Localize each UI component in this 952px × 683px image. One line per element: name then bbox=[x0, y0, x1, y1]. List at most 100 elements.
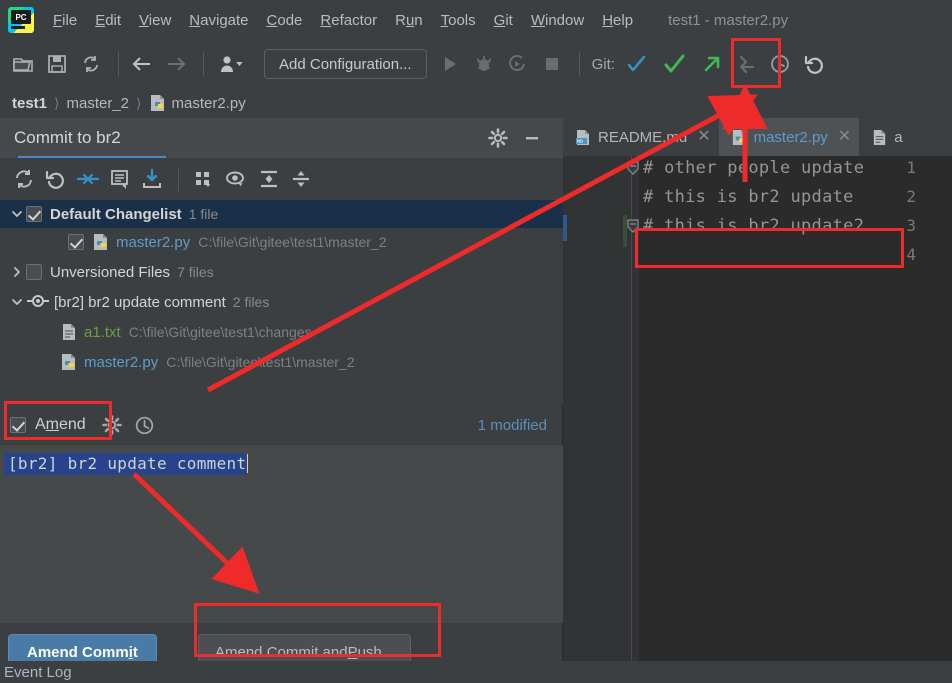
code-editor[interactable]: 1 2 3 4 # other people update # this is … bbox=[563, 156, 952, 661]
text-caret bbox=[247, 454, 249, 473]
open-folder-icon[interactable] bbox=[8, 49, 38, 79]
git-pull-arrow-icon[interactable] bbox=[731, 49, 761, 79]
debug-bug-icon[interactable] bbox=[469, 49, 499, 79]
code-line: # this is br2 update2 bbox=[643, 216, 865, 236]
menu-git[interactable]: Git bbox=[485, 9, 522, 32]
editor-area: MD README.md ✕ master2.py ✕ a 1 2 3 4 # … bbox=[563, 118, 952, 661]
line-number: 2 bbox=[906, 187, 916, 206]
history-clock-icon[interactable] bbox=[134, 415, 155, 436]
unversioned-count: 7 files bbox=[177, 264, 214, 280]
git-push-arrow-icon[interactable] bbox=[697, 49, 727, 79]
modified-status: 1 modified bbox=[477, 416, 547, 434]
menu-edit[interactable]: Edit bbox=[86, 9, 130, 32]
tree-row-file-master2py-commit[interactable]: master2.py C:\file\Git\gitee\test1\maste… bbox=[0, 348, 563, 376]
run-play-icon[interactable] bbox=[435, 49, 465, 79]
tree-row-file-master2py-default[interactable]: master2.py C:\file\Git\gitee\test1\maste… bbox=[0, 228, 563, 256]
main-toolbar: Add Configuration... Git: bbox=[0, 40, 952, 88]
git-rollback-undo-icon[interactable] bbox=[799, 49, 829, 79]
editor-tab-label: a bbox=[894, 128, 903, 146]
menu-view[interactable]: View bbox=[130, 9, 180, 32]
expand-all-icon[interactable] bbox=[253, 164, 285, 194]
breadcrumb-item-project[interactable]: test1 bbox=[12, 95, 47, 112]
commit-message-input[interactable]: [br2] br2 update comment bbox=[0, 445, 563, 623]
menu-tools[interactable]: Tools bbox=[432, 9, 485, 32]
group-by-icon[interactable] bbox=[189, 164, 221, 194]
preview-diff-icon[interactable] bbox=[221, 164, 253, 194]
breadcrumb-file-label: master2.py bbox=[171, 94, 246, 112]
fold-collapse-icon[interactable] bbox=[627, 219, 639, 238]
chevron-down-icon[interactable] bbox=[8, 200, 26, 228]
amend-checkbox[interactable] bbox=[10, 417, 26, 433]
file-name: master2.py bbox=[84, 353, 159, 371]
commit-panel-title-text: Commit to br2 bbox=[14, 128, 121, 147]
chevron-down-icon[interactable] bbox=[8, 288, 26, 316]
run-coverage-icon[interactable] bbox=[503, 49, 533, 79]
chevron-right-icon[interactable] bbox=[8, 258, 26, 286]
fold-collapse-icon[interactable] bbox=[627, 161, 639, 180]
commit-toolbar bbox=[0, 158, 563, 200]
file-name: master2.py bbox=[116, 233, 191, 251]
commit-node-count: 2 files bbox=[232, 294, 270, 310]
run-configuration-selector[interactable]: Add Configuration... bbox=[264, 49, 427, 79]
git-toolbar-label: Git: bbox=[591, 55, 615, 73]
commit-message-text: [br2] br2 update comment bbox=[4, 453, 247, 475]
tree-row-commit-node[interactable]: [br2] br2 update comment 2 files bbox=[0, 288, 563, 316]
git-history-clock-icon[interactable] bbox=[765, 49, 795, 79]
commit-toolbar-separator bbox=[178, 167, 179, 191]
editor-tab-master2py[interactable]: master2.py ✕ bbox=[718, 118, 860, 156]
close-icon[interactable]: ✕ bbox=[838, 129, 851, 145]
menu-window[interactable]: Window bbox=[522, 9, 593, 32]
stop-square-icon[interactable] bbox=[537, 49, 567, 79]
sync-icon[interactable] bbox=[76, 49, 106, 79]
menu-run[interactable]: Run bbox=[386, 9, 432, 32]
commit-message-history-icon[interactable] bbox=[104, 164, 136, 194]
toolbar-separator bbox=[118, 52, 119, 76]
code-line: # this is br2 update bbox=[643, 187, 854, 207]
gear-icon[interactable] bbox=[483, 123, 513, 153]
menu-file[interactable]: File bbox=[44, 9, 86, 32]
editor-tab-readme[interactable]: MD README.md ✕ bbox=[563, 118, 719, 156]
unversioned-label: Unversioned Files bbox=[50, 263, 171, 281]
file-checkbox[interactable] bbox=[68, 234, 84, 250]
git-update-checkmark-icon[interactable] bbox=[621, 49, 651, 79]
pycharm-window: File Edit View Navigate Code Refactor Ru… bbox=[0, 0, 952, 683]
breadcrumb-item-file[interactable]: master2.py bbox=[149, 94, 246, 112]
collapse-all-icon[interactable] bbox=[285, 164, 317, 194]
markdown-file-icon: MD bbox=[575, 129, 592, 146]
gear-icon[interactable] bbox=[101, 415, 122, 435]
commit-panel-header: Commit to br2 bbox=[0, 118, 563, 159]
commit-node-label: [br2] br2 update comment bbox=[54, 293, 226, 311]
rollback-icon[interactable] bbox=[40, 164, 72, 194]
toolbar-separator-3 bbox=[578, 52, 580, 76]
close-icon[interactable]: ✕ bbox=[697, 129, 710, 145]
menu-code[interactable]: Code bbox=[258, 9, 312, 32]
amend-label[interactable]: Amend bbox=[35, 416, 86, 434]
minimize-icon[interactable] bbox=[517, 123, 547, 153]
show-diff-icon[interactable] bbox=[72, 164, 104, 194]
arrow-left-icon[interactable] bbox=[127, 49, 157, 79]
menu-help[interactable]: Help bbox=[593, 9, 642, 32]
refresh-changes-icon[interactable] bbox=[8, 164, 40, 194]
git-commit-checkmark-icon[interactable] bbox=[655, 49, 693, 79]
line-number: 4 bbox=[906, 245, 916, 264]
tree-row-file-a1txt[interactable]: a1.txt C:\file\Git\gitee\test1\changes bbox=[0, 318, 563, 346]
unversioned-checkbox[interactable] bbox=[26, 264, 42, 280]
arrow-right-icon[interactable] bbox=[161, 49, 191, 79]
changelist-count: 1 file bbox=[188, 206, 219, 222]
editor-tab-a1txt[interactable]: a bbox=[859, 118, 903, 156]
changelist-checkbox[interactable] bbox=[26, 206, 42, 222]
menu-navigate[interactable]: Navigate bbox=[180, 9, 257, 32]
line-number: 1 bbox=[906, 158, 916, 177]
breadcrumb-item-folder[interactable]: master_2 bbox=[67, 95, 130, 112]
tree-row-default-changelist[interactable]: Default Changelist 1 file bbox=[0, 200, 563, 228]
event-log-button[interactable]: Event Log bbox=[4, 664, 72, 681]
svg-text:MD: MD bbox=[577, 139, 583, 145]
shelve-changes-icon[interactable] bbox=[136, 164, 168, 194]
menu-refactor[interactable]: Refactor bbox=[311, 9, 386, 32]
save-icon[interactable] bbox=[42, 49, 72, 79]
user-profile-icon[interactable] bbox=[212, 49, 252, 79]
editor-tab-label: master2.py bbox=[753, 128, 828, 146]
file-path: C:\file\Git\gitee\test1\master_2 bbox=[166, 354, 355, 370]
commit-panel-title: Commit to br2 bbox=[14, 128, 166, 159]
tree-row-unversioned-files[interactable]: Unversioned Files 7 files bbox=[0, 258, 563, 286]
